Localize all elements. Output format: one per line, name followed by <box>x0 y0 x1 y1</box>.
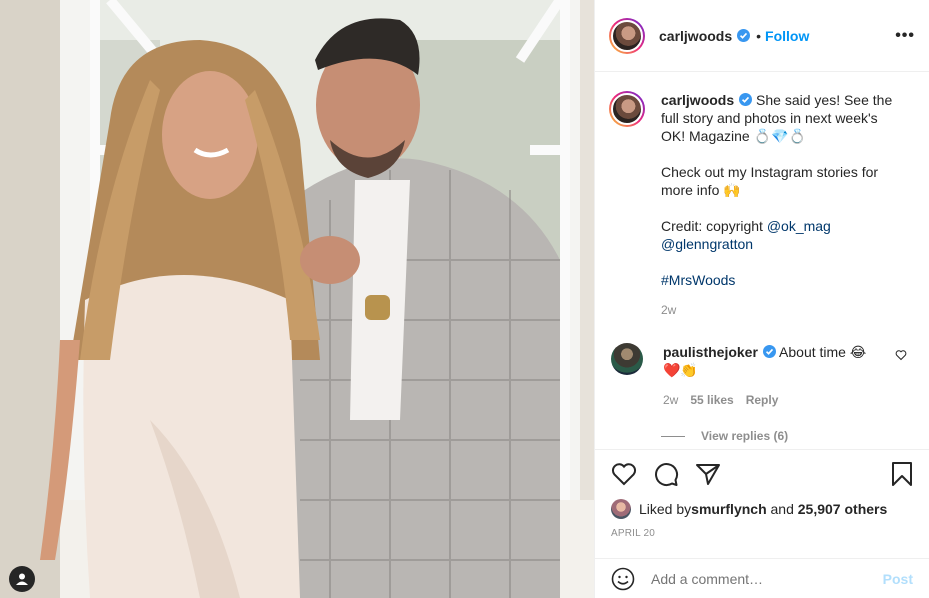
caption-credit: Credit: copyright @ok_mag @glenngratton <box>661 217 901 253</box>
post-date[interactable]: APRIL 20 <box>611 528 913 539</box>
replies-divider <box>661 435 685 437</box>
caption: carljwoods She said yes! See the full st… <box>609 91 913 319</box>
liker-avatar[interactable] <box>611 499 631 519</box>
caption-avatar[interactable] <box>609 91 645 127</box>
mention-glenngratton[interactable]: @glenngratton <box>661 236 753 252</box>
hashtag-mrswoods[interactable]: #MrsWoods <box>661 272 735 288</box>
verified-badge-icon <box>737 29 751 42</box>
likes-prefix: Liked by <box>639 501 692 517</box>
post-actions: Liked by smurflynch and 25,907 others AP… <box>595 449 929 549</box>
author-avatar[interactable] <box>609 17 645 54</box>
like-button[interactable] <box>611 462 637 486</box>
comment-emoji: ❤️👏 <box>663 362 698 378</box>
comment-item: paulisthejoker About time 😂 ❤️👏 2w 55 li… <box>609 343 913 409</box>
verified-badge-icon <box>739 93 753 106</box>
separator-dot: • <box>756 27 762 44</box>
commenter-avatar[interactable] <box>611 343 643 375</box>
likes-middle: and <box>766 501 798 517</box>
save-button[interactable] <box>891 461 913 487</box>
author-username[interactable]: carljwoods <box>659 28 732 44</box>
comments-list[interactable]: carljwoods She said yes! See the full st… <box>595 73 929 447</box>
post-detail-panel: carljwoods • Follow ••• carljwoods She s… <box>594 0 929 598</box>
user-icon <box>16 573 28 585</box>
heart-icon <box>611 463 637 486</box>
smiley-icon <box>611 567 635 590</box>
view-replies-label: View replies (6) <box>701 429 789 443</box>
post-header: carljwoods • Follow ••• <box>595 0 929 72</box>
comment-bubble-icon <box>655 463 679 487</box>
comment-like-heart-icon[interactable] <box>895 349 907 361</box>
photo-illustration <box>0 0 594 598</box>
likes-summary: Liked by smurflynch and 25,907 others <box>611 498 913 520</box>
more-options-button[interactable]: ••• <box>895 27 915 44</box>
verified-badge-icon <box>762 345 776 358</box>
comment-input[interactable] <box>651 570 883 587</box>
comment-likes[interactable]: 55 likes <box>690 391 733 409</box>
paper-plane-icon <box>696 464 720 485</box>
emoji-button[interactable] <box>611 567 635 591</box>
reply-button[interactable]: Reply <box>746 391 779 409</box>
mention-ok-mag[interactable]: @ok_mag <box>767 218 831 234</box>
comment-meta: 2w 55 likes Reply <box>663 391 878 409</box>
commenter-username[interactable]: paulisthejoker <box>663 344 758 360</box>
liker-username[interactable]: smurflynch <box>691 501 766 517</box>
comment-button[interactable] <box>653 461 679 487</box>
comment-timestamp[interactable]: 2w <box>663 391 678 409</box>
comment-text: About time 😂 <box>779 344 867 360</box>
add-comment-bar: Post <box>595 558 929 598</box>
post-comment-button[interactable]: Post <box>883 571 913 587</box>
follow-button[interactable]: Follow <box>765 28 809 44</box>
share-button[interactable] <box>695 462 721 486</box>
bookmark-icon <box>892 462 912 486</box>
likes-count-link[interactable]: 25,907 others <box>798 501 888 517</box>
caption-timestamp[interactable]: 2w <box>661 301 901 319</box>
view-replies-button[interactable]: View replies (6) <box>661 429 913 443</box>
tagged-users-button[interactable] <box>9 566 35 592</box>
credit-prefix: Credit: copyright <box>661 218 767 234</box>
caption-text-2: Check out my Instagram stories for more … <box>661 164 879 198</box>
post-photo[interactable] <box>0 0 594 598</box>
caption-username[interactable]: carljwoods <box>661 92 734 108</box>
